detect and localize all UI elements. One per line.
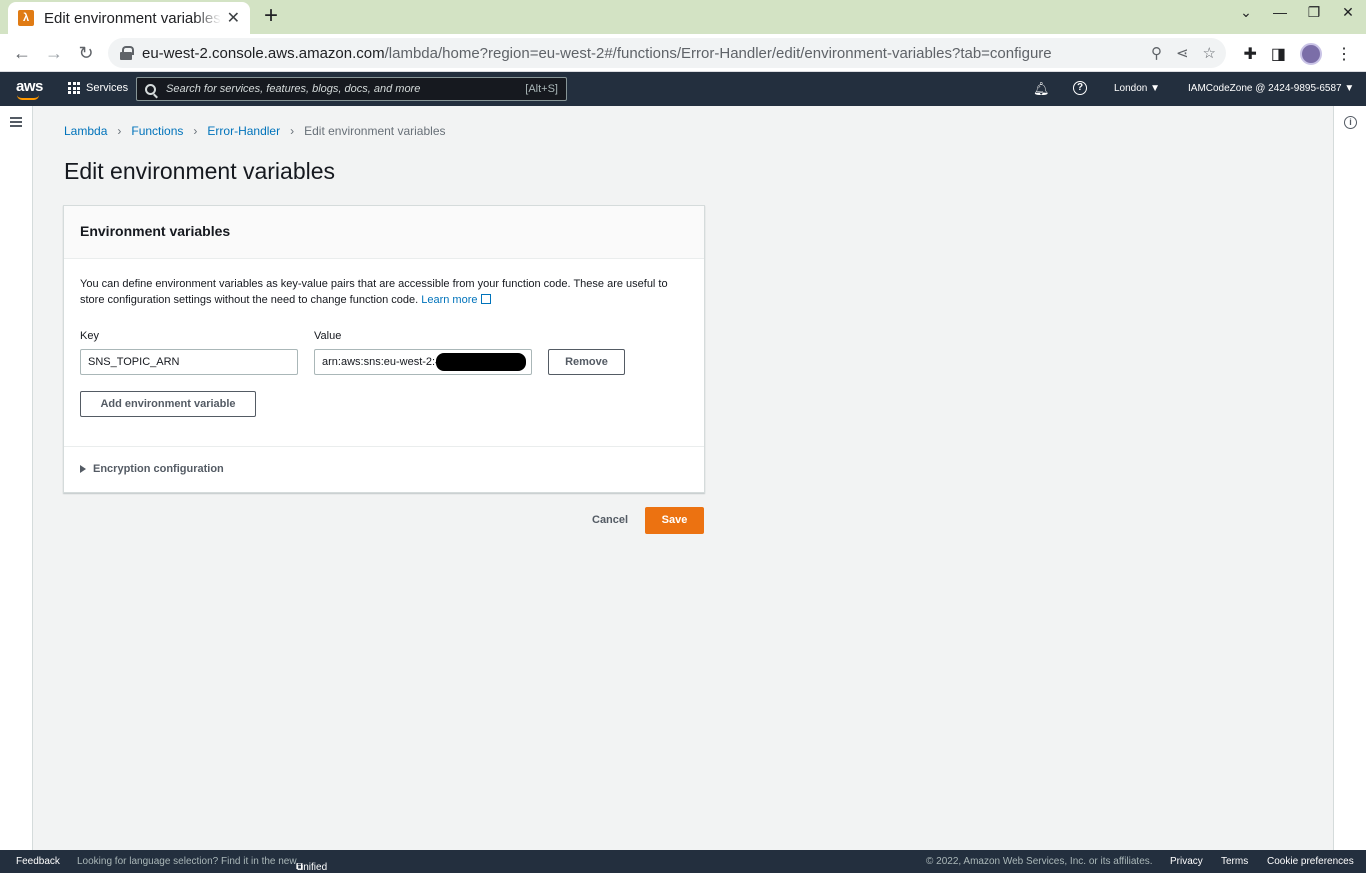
search-icon [145, 83, 156, 95]
share-icon[interactable]: ⋖ [1176, 44, 1189, 62]
browser-toolbar: ← → ↻ eu-west-2.console.aws.amazon.com/l… [0, 34, 1366, 72]
feedback-link[interactable]: Feedback [16, 856, 60, 867]
restore-icon[interactable]: ❐ [1306, 4, 1322, 21]
console-footer: Feedback Looking for language selection?… [0, 850, 1366, 873]
panel-description: You can define environment variables as … [80, 278, 668, 306]
address-bar[interactable]: eu-west-2.console.aws.amazon.com/lambda/… [108, 38, 1226, 68]
add-environment-variable-button[interactable]: Add environment variable [80, 391, 256, 417]
reload-icon[interactable]: ↻ [75, 42, 97, 64]
chevron-right-icon: › [290, 124, 295, 138]
browser-extensions: ✚ ◨ ⋮ [1243, 43, 1352, 65]
services-grid-icon [68, 82, 80, 94]
url-text: eu-west-2.console.aws.amazon.com/lambda/… [142, 44, 1052, 62]
aws-logo[interactable]: aws [16, 78, 43, 100]
right-tools-rail: i [1333, 106, 1366, 850]
omnibox-actions: ⚲ ⋖ ☆ [1151, 44, 1216, 62]
region-selector[interactable]: London ▼ [1114, 83, 1160, 94]
learn-more-link[interactable]: Learn more [421, 294, 491, 306]
panel-title: Environment variables [80, 223, 231, 239]
new-tab-button[interactable]: + [259, 4, 283, 28]
tab-search-icon[interactable]: ⌄ [1238, 4, 1254, 21]
encryption-configuration-expander[interactable]: Encryption configuration [80, 463, 224, 475]
value-label: Value [314, 330, 342, 342]
console-search-input[interactable]: Search for services, features, blogs, do… [136, 77, 567, 101]
info-icon[interactable]: i [1344, 116, 1357, 129]
terms-link[interactable]: Terms [1221, 856, 1248, 867]
copyright: © 2022, Amazon Web Services, Inc. or its… [926, 856, 1153, 867]
encryption-label: Encryption configuration [93, 463, 224, 475]
environment-variables-panel: Environment variables You can define env… [63, 205, 705, 493]
bookmark-star-icon[interactable]: ☆ [1203, 44, 1216, 62]
lock-icon[interactable] [120, 46, 134, 60]
env-key-input[interactable]: SNS_TOPIC_ARN [80, 349, 298, 375]
close-window-icon[interactable]: ✕ [1340, 4, 1356, 21]
hamburger-menu-icon[interactable] [10, 117, 22, 127]
back-icon[interactable]: ← [11, 42, 33, 64]
side-panel-icon[interactable]: ◨ [1271, 44, 1286, 64]
redaction-mark [436, 353, 526, 371]
window-controls: ⌄ — ❐ ✕ [1238, 4, 1356, 21]
cookie-preferences-link[interactable]: Cookie preferences [1267, 856, 1354, 867]
minimize-icon[interactable]: — [1272, 4, 1288, 21]
search-placeholder: Search for services, features, blogs, do… [166, 83, 421, 95]
profile-avatar[interactable] [1300, 43, 1322, 65]
breadcrumb-lambda[interactable]: Lambda [64, 124, 107, 138]
chevron-right-icon: › [117, 124, 122, 138]
language-notice: Looking for language selection? Find it … [77, 856, 297, 867]
env-value-input[interactable]: arn:aws:sns:eu-west-2:4 [314, 349, 532, 375]
browser-tab[interactable]: λ Edit environment variables ✕ [8, 2, 250, 34]
divider [64, 446, 704, 447]
privacy-link[interactable]: Privacy [1170, 856, 1203, 867]
page-title: Edit environment variables [64, 158, 336, 184]
aws-top-nav: aws Services Search for services, featur… [0, 72, 1366, 106]
chevron-right-icon: › [193, 124, 198, 138]
breadcrumb: Lambda › Functions › Error-Handler › Edi… [64, 124, 446, 138]
breadcrumb-function-name[interactable]: Error-Handler [207, 124, 280, 138]
search-shortcut-hint: [Alt+S] [525, 83, 558, 95]
account-menu[interactable]: IAMCodeZone @ 2424-9895-6587 ▼ [1188, 83, 1354, 94]
panel-header: Environment variables [64, 206, 704, 259]
close-tab-icon[interactable]: ✕ [227, 8, 240, 28]
help-icon[interactable]: ? [1073, 81, 1087, 95]
extensions-puzzle-icon[interactable]: ✚ [1243, 44, 1256, 64]
aws-lambda-favicon-icon: λ [18, 10, 34, 26]
key-label: Key [80, 330, 99, 342]
breadcrumb-functions[interactable]: Functions [131, 124, 183, 138]
browser-menu-icon[interactable]: ⋮ [1336, 44, 1352, 64]
forward-icon[interactable]: → [43, 42, 65, 64]
services-menu-button[interactable]: Services [68, 82, 128, 94]
external-link-icon: ⧉ [296, 862, 304, 873]
tab-title: Edit environment variables [44, 9, 221, 27]
services-label: Services [86, 82, 129, 94]
caret-right-icon [80, 465, 86, 473]
remove-button[interactable]: Remove [548, 349, 625, 375]
left-navigation-rail [0, 106, 33, 850]
cancel-button[interactable]: Cancel [592, 514, 628, 526]
save-button[interactable]: Save [645, 507, 704, 534]
notifications-bell-icon[interactable]: 🔔︎ [1033, 81, 1050, 97]
breadcrumb-current: Edit environment variables [304, 124, 446, 138]
zoom-icon[interactable]: ⚲ [1151, 44, 1162, 62]
external-link-icon [480, 294, 491, 304]
browser-tab-bar: λ Edit environment variables ✕ + ⌄ — ❐ ✕ [0, 0, 1366, 34]
